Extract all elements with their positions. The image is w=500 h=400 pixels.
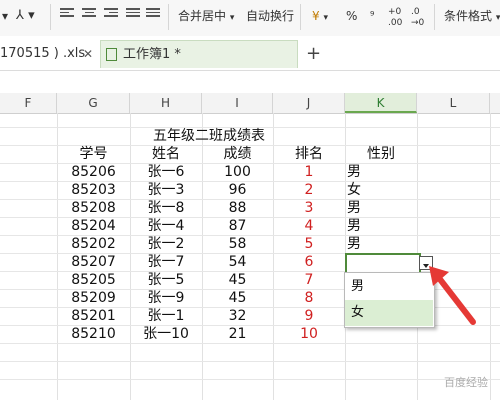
- cell-rank[interactable]: 10: [273, 325, 345, 343]
- cell-score[interactable]: 45: [202, 271, 273, 289]
- percent-button[interactable]: %: [346, 3, 357, 29]
- cell-id[interactable]: 85202: [57, 235, 130, 253]
- ribbon-toolbar: ▾ ⅄ ▾ 合并居中 ▾ 自动换行 ¥ ▾ % ⁹ +0.00 .0 →0 条件格…: [0, 0, 500, 37]
- cell-score[interactable]: 54: [202, 253, 273, 271]
- close-icon[interactable]: ✕: [83, 40, 93, 68]
- cell-id[interactable]: 85201: [57, 307, 130, 325]
- dropdown-option-male[interactable]: 男: [345, 274, 433, 300]
- active-cell-K[interactable]: [345, 253, 421, 274]
- column-header-I[interactable]: I: [202, 93, 273, 113]
- cell-score[interactable]: 21: [202, 325, 273, 343]
- cell-name[interactable]: 张一5: [130, 271, 202, 289]
- document-tab-bar: 170515 ) .xls ✕ 工作簿1 * +: [0, 36, 500, 71]
- table-title: 五年级二班成绩表: [153, 128, 265, 144]
- cell-gender[interactable]: 男: [345, 217, 417, 235]
- cell-name[interactable]: 张一3: [130, 181, 202, 199]
- cell-name[interactable]: 张一6: [130, 163, 202, 181]
- cell-score[interactable]: 96: [202, 181, 273, 199]
- tab-workbook1[interactable]: 工作簿1 *: [100, 40, 298, 68]
- align-right-icon[interactable]: [104, 8, 118, 20]
- distributed-align-icon[interactable]: [146, 8, 160, 20]
- cell-id[interactable]: 85203: [57, 181, 130, 199]
- cell-score[interactable]: 100: [202, 163, 273, 181]
- header-score: 成绩: [223, 146, 252, 162]
- cell-score[interactable]: 87: [202, 217, 273, 235]
- cell-score[interactable]: 88: [202, 199, 273, 217]
- column-header-L[interactable]: L: [417, 93, 490, 113]
- new-tab-button[interactable]: +: [306, 40, 321, 68]
- cell-rank[interactable]: 1: [273, 163, 345, 181]
- cell-rank[interactable]: 9: [273, 307, 345, 325]
- cell-gender[interactable]: 女: [345, 181, 417, 199]
- cell-name[interactable]: 张一8: [130, 199, 202, 217]
- annotation-arrow-icon: [429, 266, 476, 325]
- cell-name[interactable]: 张一4: [130, 217, 202, 235]
- header-name: 姓名: [152, 146, 180, 162]
- column-header-G[interactable]: G: [57, 93, 130, 113]
- cell-gender[interactable]: 男: [345, 163, 417, 181]
- formula-bar[interactable]: [0, 71, 500, 94]
- watermark: 百度经验: [444, 376, 488, 389]
- cell-id[interactable]: 85207: [57, 253, 130, 271]
- cell-gender[interactable]: 男: [345, 199, 417, 217]
- thousands-button[interactable]: ⁹: [370, 3, 374, 29]
- conditional-format-button[interactable]: 条件格式 ▾: [444, 3, 500, 29]
- cell-name[interactable]: 张一1: [130, 307, 202, 325]
- column-header-K[interactable]: K: [345, 93, 417, 113]
- merge-center-button[interactable]: 合并居中 ▾: [178, 3, 234, 29]
- cell-id[interactable]: 85210: [57, 325, 130, 343]
- align-left-icon[interactable]: [60, 8, 74, 20]
- underline-dropdown-button[interactable]: ▾: [2, 3, 8, 29]
- header-student-id: 学号: [79, 146, 108, 162]
- cell-score[interactable]: 32: [202, 307, 273, 325]
- cell-id[interactable]: 85204: [57, 217, 130, 235]
- cell-id[interactable]: 85209: [57, 289, 130, 307]
- cell-rank[interactable]: 6: [273, 253, 345, 271]
- cell-id[interactable]: 85206: [57, 163, 130, 181]
- cell-rank[interactable]: 2: [273, 181, 345, 199]
- cell-score[interactable]: 45: [202, 289, 273, 307]
- column-header-J[interactable]: J: [273, 93, 345, 113]
- cell-name[interactable]: 张一10: [130, 325, 202, 343]
- cell-id[interactable]: 85208: [57, 199, 130, 217]
- decrease-decimal-button[interactable]: .0 →0: [411, 7, 424, 33]
- cell-id[interactable]: 85205: [57, 271, 130, 289]
- validation-dropdown-list: 男 女: [344, 272, 435, 328]
- header-rank: 排名: [295, 146, 323, 162]
- header-gender: 性别: [367, 146, 395, 162]
- align-center-icon[interactable]: [82, 8, 96, 20]
- cell-name[interactable]: 张一2: [130, 235, 202, 253]
- cell-rank[interactable]: 3: [273, 199, 345, 217]
- cell-gender[interactable]: 男: [345, 235, 417, 253]
- cell-rank[interactable]: 4: [273, 217, 345, 235]
- dropdown-option-female[interactable]: 女: [345, 300, 433, 326]
- column-header-H[interactable]: H: [130, 93, 202, 113]
- cell-rank[interactable]: 7: [273, 271, 345, 289]
- cell-rank[interactable]: 8: [273, 289, 345, 307]
- cell-name[interactable]: 张一9: [130, 289, 202, 307]
- fill-color-button[interactable]: ⅄ ▾: [16, 3, 35, 29]
- wrap-text-button[interactable]: 自动换行: [246, 3, 294, 29]
- increase-decimal-button[interactable]: +0.00: [388, 7, 402, 33]
- column-header-F[interactable]: F: [0, 93, 57, 113]
- number-format-icon[interactable]: ¥ ▾: [312, 3, 328, 29]
- cell-name[interactable]: 张一7: [130, 253, 202, 271]
- spreadsheet-icon: [106, 48, 117, 61]
- tab-file-xls[interactable]: 170515 ) .xls: [0, 40, 85, 68]
- justify-icon[interactable]: [126, 8, 140, 20]
- cell-score[interactable]: 58: [202, 235, 273, 253]
- cell-rank[interactable]: 5: [273, 235, 345, 253]
- column-headers: F G H I J K L: [0, 93, 500, 114]
